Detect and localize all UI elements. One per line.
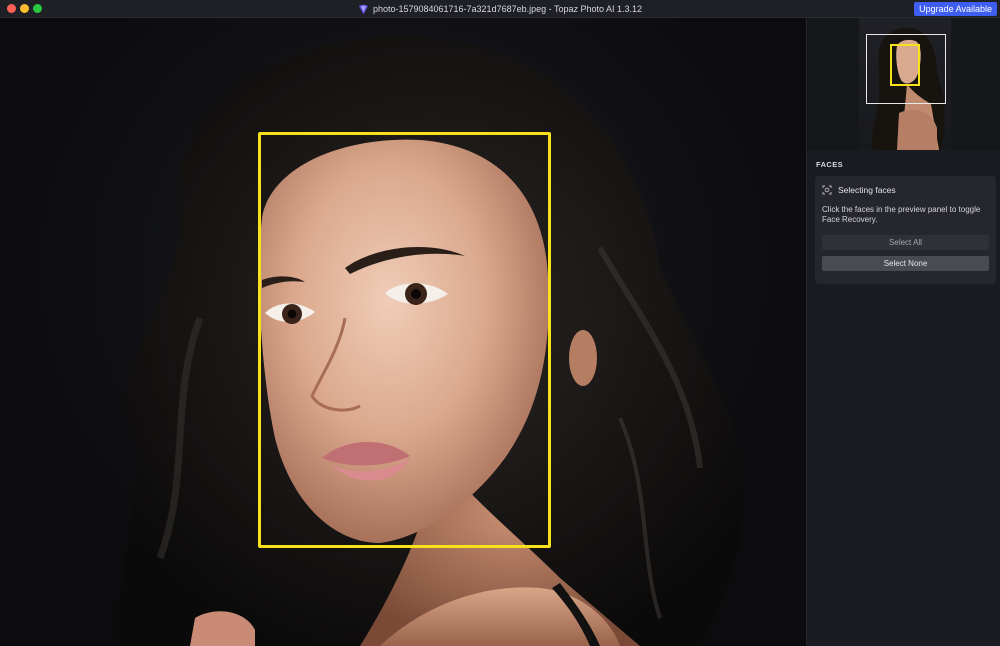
card-header: Selecting faces — [822, 185, 896, 195]
right-panel: FACES Selecting faces Click the faces in… — [806, 18, 1000, 646]
card-description: Click the faces in the preview panel to … — [822, 205, 981, 224]
navigator-face-box — [890, 44, 920, 86]
preview-panel[interactable] — [0, 18, 806, 646]
selecting-faces-card: Selecting faces Click the faces in the p… — [815, 176, 996, 284]
face-scan-icon — [822, 185, 832, 195]
faces-section-label: FACES — [816, 160, 844, 169]
select-none-button[interactable]: Select None — [822, 256, 989, 271]
app-window: photo-1579084061716-7a321d7687eb.jpeg - … — [0, 0, 1000, 646]
title-bar: photo-1579084061716-7a321d7687eb.jpeg - … — [0, 0, 1000, 18]
face-selection-box[interactable] — [258, 132, 551, 548]
window-title: photo-1579084061716-7a321d7687eb.jpeg - … — [372, 4, 643, 14]
select-all-button[interactable]: Select All — [822, 235, 989, 250]
navigator-panel[interactable] — [807, 18, 1000, 150]
window-title-group: photo-1579084061716-7a321d7687eb.jpeg - … — [0, 0, 1000, 18]
topaz-app-icon — [358, 3, 369, 15]
upgrade-available-button[interactable]: Upgrade Available — [914, 2, 997, 16]
card-title: Selecting faces — [838, 185, 896, 195]
